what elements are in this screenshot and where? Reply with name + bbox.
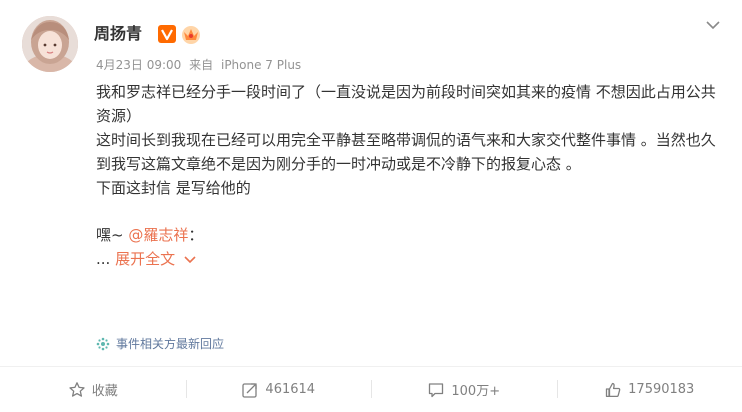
paragraph-1: 我和罗志祥已经分手一段时间了（一直没说是因为前段时间突如其来的疫情 不想因此占用… [96,80,726,128]
like-button[interactable]: 17590183 [557,367,742,412]
star-icon [68,381,86,399]
verified-v-icon [158,25,176,43]
like-icon [604,381,622,399]
event-updates-link[interactable]: 事件相关方最新回应 [96,336,224,352]
paragraph-3: 下面这封信 是写给他的 [96,176,726,200]
greeting-line: 嘿~ @羅志祥： [96,223,726,247]
source-prefix: 来自 [189,58,213,72]
weibo-post-card: 周扬青 4月23日 09:00 来自 iPhone 7 Plus 我和罗志祥已经… [0,0,742,411]
repost-button[interactable]: 461614 [186,367,372,412]
paragraph-gap [96,200,726,223]
vip-crown-icon[interactable] [180,24,202,44]
action-bar: 收藏 461614 100万+ 17590183 [0,366,742,412]
expand-full-text-link[interactable]: 展开全文 [115,250,175,268]
repost-count: 461614 [265,382,315,397]
chevron-down-icon[interactable] [704,16,722,34]
ellipsis: ... [96,250,115,268]
comment-icon [427,381,445,399]
post-meta: 4月23日 09:00 来自 iPhone 7 Plus [96,57,305,73]
post-date[interactable]: 4月23日 09:00 [96,58,181,72]
greeting-suffix: ： [188,226,203,244]
comment-count: 100万+ [451,380,500,399]
source-device: iPhone 7 Plus [221,58,301,72]
greeting-prefix: 嘿~ [96,226,128,244]
event-updates-label: 事件相关方最新回应 [116,336,224,352]
repost-icon [241,381,259,399]
comment-button[interactable]: 100万+ [371,367,557,412]
mention-link[interactable]: @羅志祥 [128,226,188,244]
paragraph-2: 这时间长到我现在已经可以用完全平静甚至略带调侃的语气来和大家交代整件事情 。当然… [96,128,726,176]
post-content: 我和罗志祥已经分手一段时间了（一直没说是因为前段时间突如其来的疫情 不想因此占用… [96,80,726,271]
favorite-label: 收藏 [92,380,118,399]
event-icon [96,337,110,351]
author-name[interactable]: 周扬青 [94,24,142,44]
avatar[interactable] [22,16,78,72]
like-count: 17590183 [628,382,694,397]
chevron-down-icon[interactable] [183,255,197,265]
expand-line: ... 展开全文 [96,247,726,271]
favorite-button[interactable]: 收藏 [0,367,186,412]
